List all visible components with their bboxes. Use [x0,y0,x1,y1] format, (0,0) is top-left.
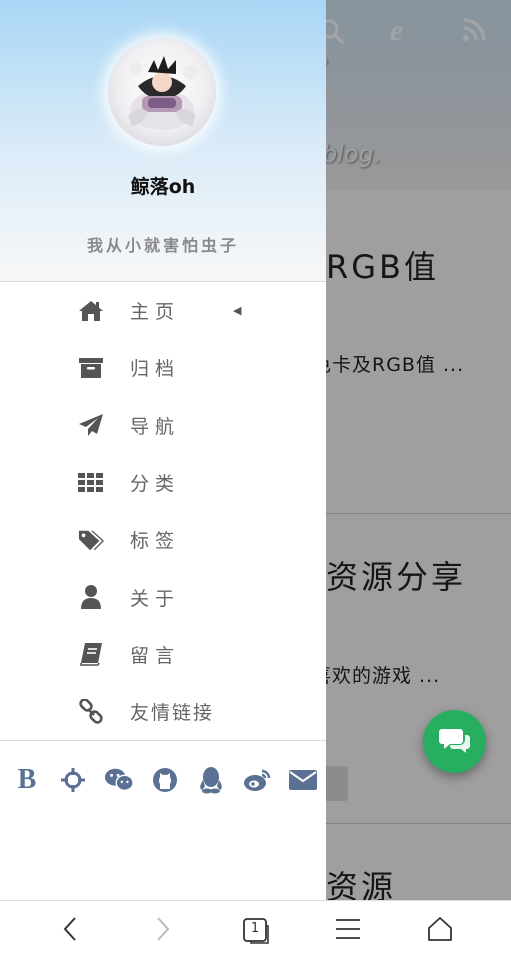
menu-item-navigation[interactable]: 导航 [0,397,326,454]
menu-label: 分类 [130,473,181,496]
paper-plane-icon [78,412,104,438]
drawer-menu: 主页 ◀ 归档 导航 分类 标签 关于 留言 友情链接 [0,282,326,740]
hamburger-icon [335,918,361,944]
menu-label: 归档 [130,358,181,381]
avatar[interactable] [108,38,216,146]
menu-button[interactable] [313,901,383,961]
drawer-header: 鲸落oh 我从小就害怕虫子 [0,0,326,282]
menu-label: 留言 [130,644,181,667]
browser-toolbar: 1 [0,900,511,961]
home-button[interactable] [405,901,475,961]
comments-icon [438,725,472,759]
book-icon [78,641,104,667]
menu-item-about[interactable]: 关于 [0,568,326,625]
caret-left-icon: ◀ [233,304,242,318]
wechat-icon[interactable] [104,765,134,795]
menu-label: 友情链接 [130,702,215,725]
tags-icon [78,527,104,553]
social-links: B [12,763,318,797]
forward-icon [155,916,171,946]
back-button[interactable] [35,901,105,961]
tabs-button[interactable]: 1 [221,901,291,961]
qq-icon[interactable] [196,765,226,795]
chat-button[interactable] [423,710,486,773]
forward-button[interactable] [128,901,198,961]
home-icon [427,916,453,946]
menu-label: 主页 [130,301,181,324]
menu-label: 标签 [130,530,181,553]
bilibili-b-icon[interactable]: B [12,764,42,795]
username: 鲸落oh [130,176,196,198]
divider [0,740,326,741]
menu-label: 导航 [130,415,181,438]
home-icon [78,298,104,324]
menu-item-friend-links[interactable]: 友情链接 [0,683,326,740]
menu-label: 关于 [130,587,181,610]
menu-item-archive[interactable]: 归档 [0,339,326,396]
b-label: B [17,764,37,795]
menu-item-tags[interactable]: 标签 [0,511,326,568]
menu-item-guestbook[interactable]: 留言 [0,626,326,683]
envelope-icon[interactable] [288,765,318,795]
side-drawer: 鲸落oh 我从小就害怕虫子 主页 ◀ 归档 导航 分类 标签 关于 留言 友情链… [0,0,326,900]
github-icon[interactable] [150,765,180,795]
archive-icon [78,355,104,381]
tabs-icon: 1 [243,918,269,944]
user-icon [78,584,104,610]
back-icon [62,916,78,946]
menu-item-categories[interactable]: 分类 [0,454,326,511]
user-motto: 我从小就害怕虫子 [86,236,239,255]
grid-icon [78,470,104,496]
link-icon [78,698,104,725]
weibo-icon[interactable] [242,765,272,795]
tab-count: 1 [250,921,260,936]
menu-item-home[interactable]: 主页 ◀ [0,282,326,339]
crosshair-icon[interactable] [58,765,88,795]
